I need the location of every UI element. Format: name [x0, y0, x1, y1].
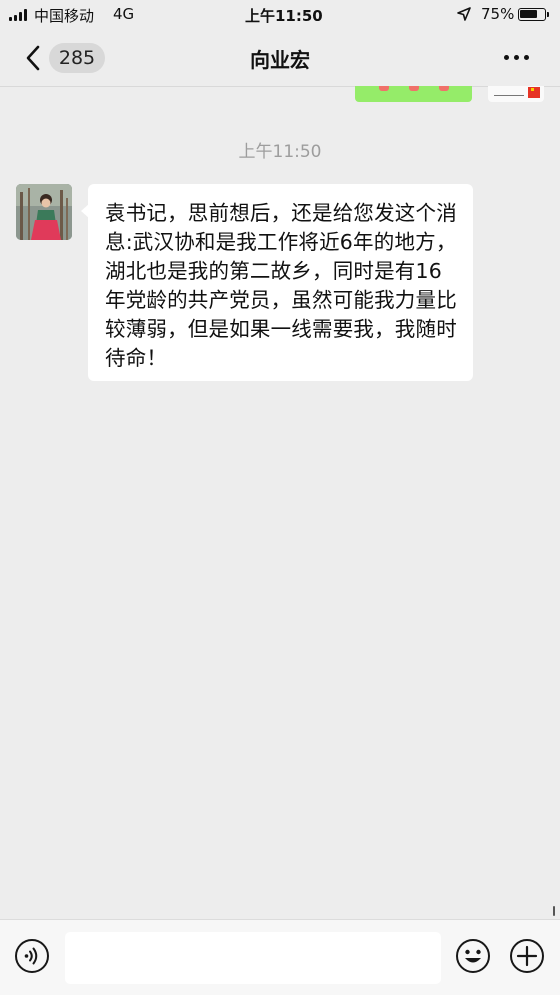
battery-percent: 75% [481, 5, 515, 23]
battery-icon [518, 8, 546, 21]
more-options-button[interactable] [496, 42, 538, 72]
previous-sent-bubble[interactable] [355, 86, 472, 102]
location-arrow-icon [457, 7, 471, 21]
more-dots-icon [504, 55, 509, 60]
message-timestamp: 上午11:50 [238, 142, 322, 162]
signal-icon [9, 9, 29, 21]
chat-header: 285 向业宏 [0, 30, 560, 87]
status-time: 上午11:50 [245, 7, 323, 25]
chat-title: 向业宏 [250, 48, 310, 72]
self-avatar[interactable] [488, 86, 544, 102]
plus-icon[interactable] [509, 938, 545, 974]
scrollbar[interactable] [553, 906, 555, 916]
more-dots-icon [524, 55, 529, 60]
contact-avatar[interactable] [16, 184, 72, 240]
status-bar: 中国移动 4G 上午11:50 75% [0, 0, 560, 30]
voice-icon[interactable] [14, 938, 50, 974]
more-dots-icon [514, 55, 519, 60]
received-message-bubble[interactable]: 袁书记，思前想后，还是给您发这个消息:武汉协和是我工作将近6年的地方，湖北也是我… [81, 184, 473, 381]
message-input[interactable] [65, 932, 441, 984]
input-bar [0, 919, 560, 995]
emoji-icon[interactable] [455, 938, 491, 974]
network-type: 4G [113, 5, 135, 23]
battery-tip [547, 12, 549, 17]
carrier-label: 中国移动 [34, 7, 95, 25]
